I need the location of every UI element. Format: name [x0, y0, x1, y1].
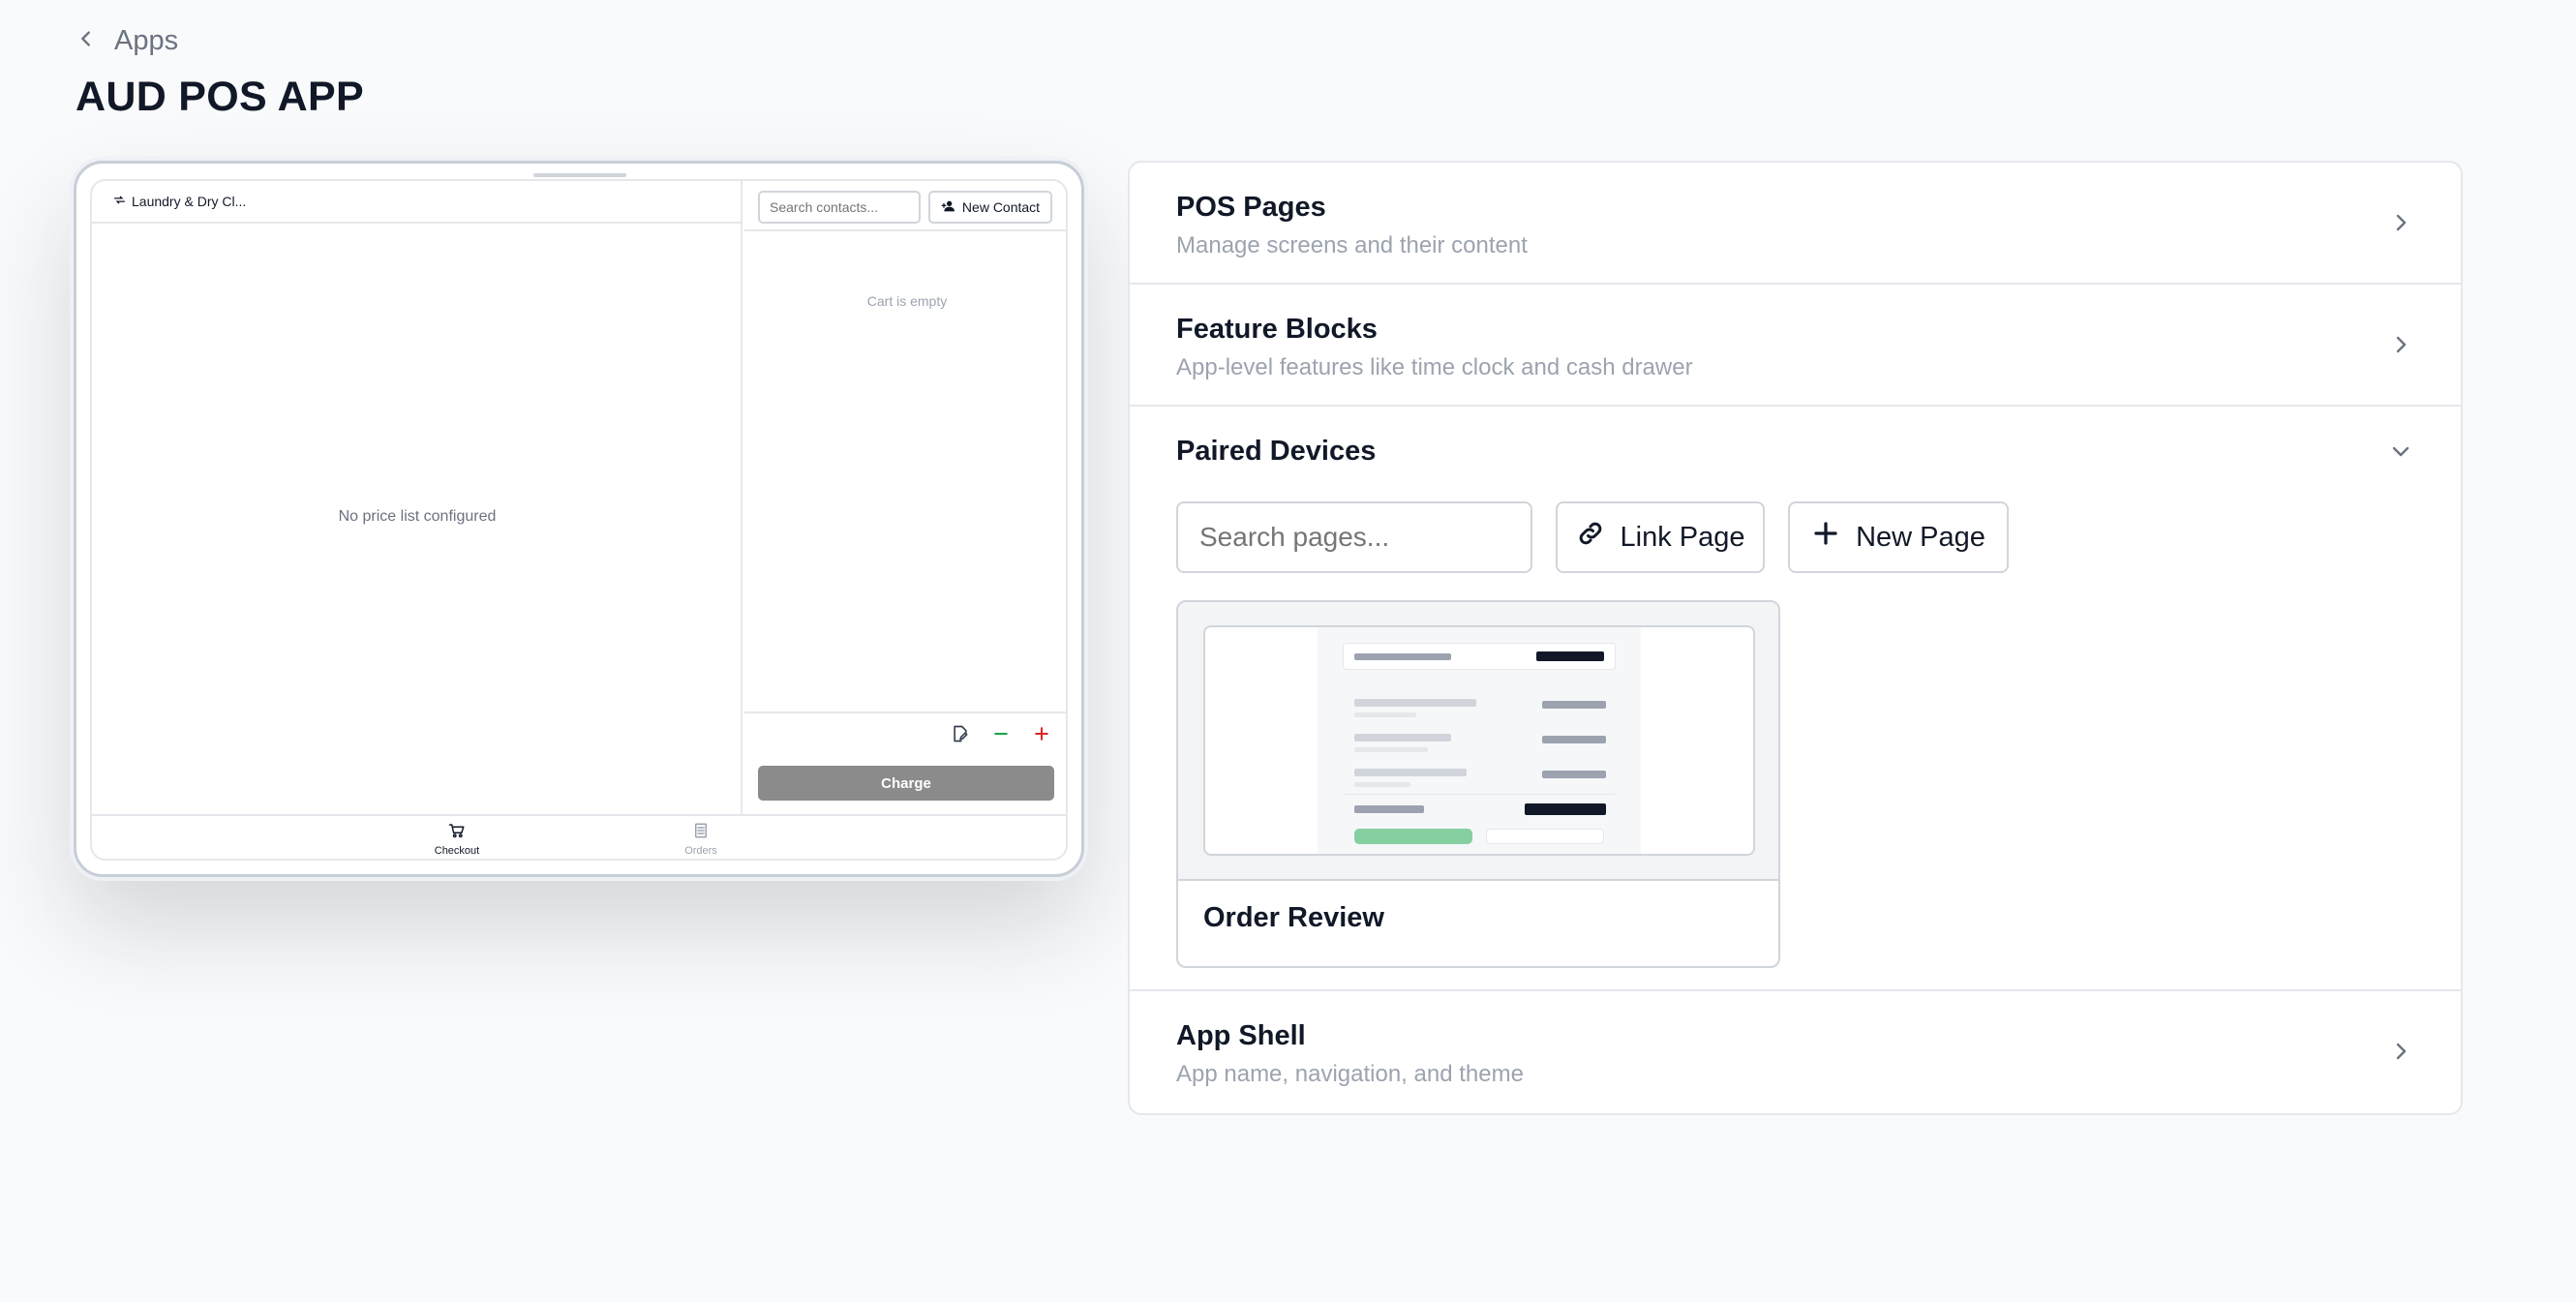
business-selector[interactable]: Laundry & Dry Cl... [92, 181, 742, 224]
section-feature-blocks[interactable]: Feature Blocks App-level features like t… [1130, 285, 2461, 407]
price-list-empty-message: No price list configured [338, 508, 497, 525]
page-card[interactable]: Order Review [1176, 600, 1780, 968]
chevron-left-icon [76, 25, 97, 57]
chevron-down-icon[interactable] [2389, 439, 2412, 463]
new-page-label: New Page [1856, 521, 1985, 553]
note-icon[interactable] [950, 723, 971, 744]
bottom-tab-bar: Checkout Orders [92, 814, 1066, 859]
plus-icon [1811, 519, 1840, 556]
link-page-button[interactable]: Link Page [1556, 501, 1765, 573]
contact-search-input[interactable] [758, 191, 921, 224]
new-contact-label: New Contact [961, 199, 1041, 215]
business-name: Laundry & Dry Cl... [132, 194, 247, 209]
tab-checkout-label: Checkout [434, 845, 480, 857]
new-page-button[interactable]: New Page [1788, 501, 2009, 573]
search-pages-input[interactable] [1176, 501, 1532, 573]
tab-orders[interactable]: Orders [657, 822, 744, 857]
tab-checkout[interactable]: Checkout [413, 822, 500, 857]
tablet-preview: Laundry & Dry Cl... No price list config… [74, 161, 1084, 877]
section-title: POS Pages [1176, 192, 1326, 223]
new-contact-button[interactable]: New Contact [928, 191, 1052, 224]
plus-icon[interactable] [1031, 723, 1052, 744]
tablet-notch [533, 173, 626, 177]
back-link-label: Apps [114, 25, 179, 56]
tab-orders-label: Orders [684, 845, 717, 857]
add-user-icon [941, 198, 956, 217]
preview-screen: Laundry & Dry Cl... No price list config… [90, 179, 1068, 861]
link-icon [1576, 519, 1605, 556]
page-card-name: Order Review [1203, 902, 1384, 933]
section-title[interactable]: Paired Devices [1176, 436, 1376, 468]
back-link[interactable]: Apps [76, 25, 178, 57]
switch-icon [113, 194, 126, 209]
section-pos-pages[interactable]: POS Pages Manage screens and their conte… [1130, 163, 2461, 285]
cart-pane: New Contact Cart is empty Charge [744, 181, 1066, 814]
minus-icon[interactable] [990, 723, 1012, 744]
section-title: App Shell [1176, 1020, 1306, 1051]
chevron-right-icon [2396, 214, 2407, 231]
page-thumbnail [1178, 602, 1778, 881]
section-title: Feature Blocks [1176, 314, 1378, 345]
thumbnail-content [1318, 627, 1641, 854]
page-title: AUD POS APP [76, 74, 364, 120]
section-description: App-level features like time clock and c… [1176, 354, 1693, 380]
chevron-right-icon [2396, 1043, 2407, 1060]
app-settings-panel: POS Pages Manage screens and their conte… [1128, 161, 2463, 1115]
cart-header: New Contact [744, 181, 1066, 231]
section-app-shell[interactable]: App Shell App name, navigation, and them… [1130, 991, 2461, 1113]
receipt-icon [692, 822, 710, 842]
thumbnail-frame [1203, 625, 1755, 856]
cart-empty-message: Cart is empty [866, 293, 948, 309]
section-description: App name, navigation, and theme [1176, 1061, 1524, 1087]
section-description: Manage screens and their content [1176, 232, 1528, 258]
charge-button[interactable]: Charge [758, 766, 1054, 801]
chevron-right-icon [2396, 336, 2407, 353]
cart-icon [448, 822, 466, 842]
cart-actions [744, 712, 1066, 754]
products-pane: Laundry & Dry Cl... No price list config… [92, 181, 742, 814]
section-paired-devices: Paired Devices Link Page New Page [1130, 407, 2461, 991]
link-page-label: Link Page [1620, 521, 1745, 553]
